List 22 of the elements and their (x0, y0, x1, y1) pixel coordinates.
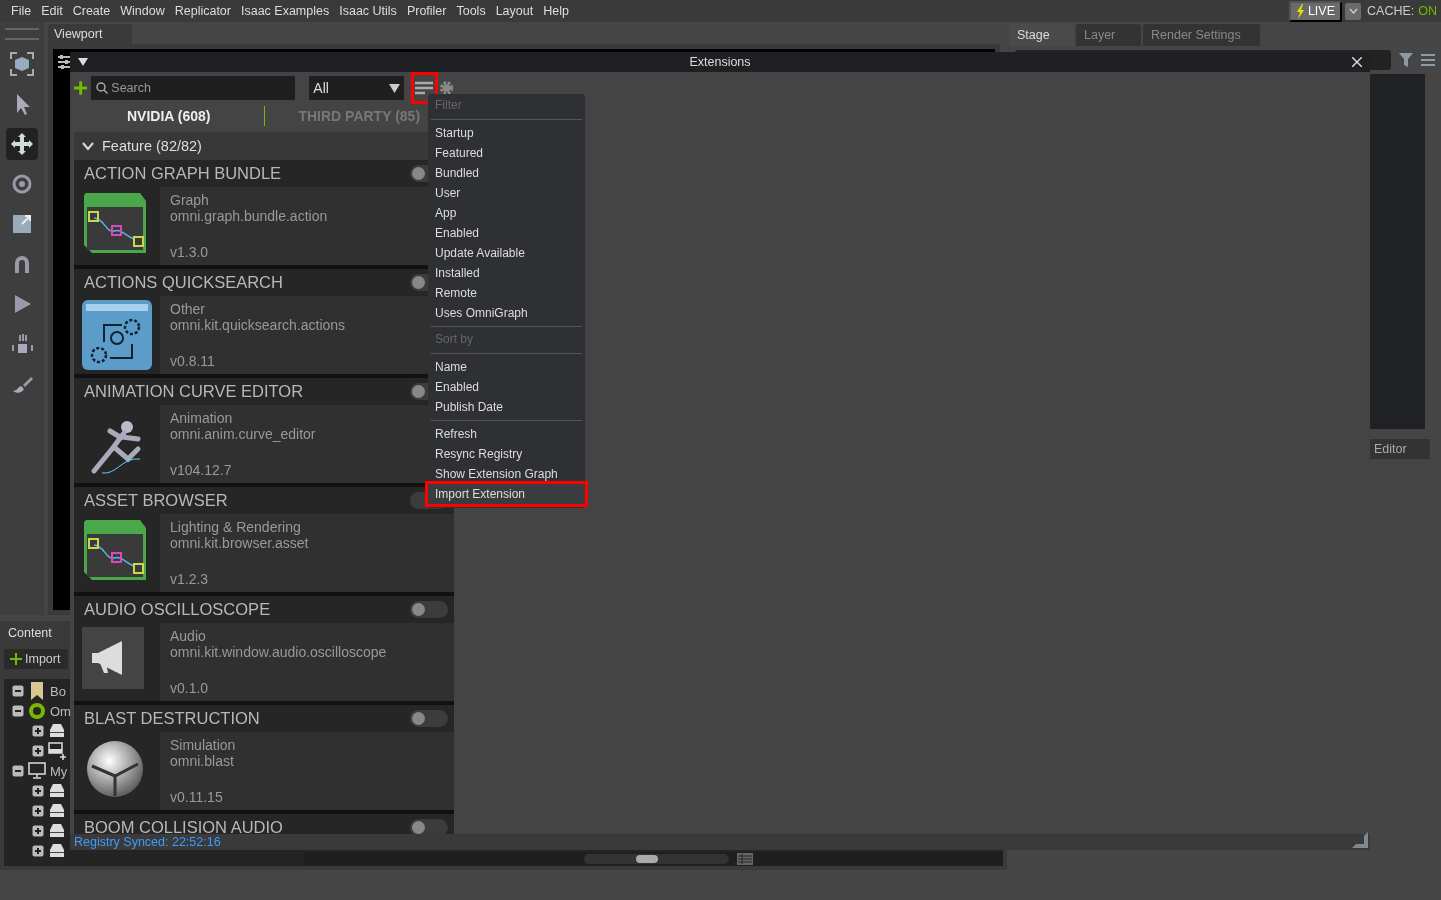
extension-version: v0.11.15 (170, 789, 224, 805)
extension-id: omni.kit.browser.asset (170, 535, 310, 551)
extension-version: v1.2.3 (170, 571, 210, 587)
sync-status: Registry Synced: 22:52:16 (70, 834, 1370, 850)
extension-id: omni.kit.window.audio.oscilloscope (170, 644, 388, 660)
extension-title: ACTION GRAPH BUNDLE (84, 164, 283, 183)
extension-title: BLAST DESTRUCTION (84, 709, 261, 728)
extension-category: Audio (170, 628, 207, 644)
extension-id: omni.kit.quicksearch.actions (170, 317, 347, 333)
extension-category: Lighting & Rendering (170, 519, 302, 535)
extension-title: BOOM COLLISION AUDIO (84, 818, 284, 834)
extension-title: AUDIO OSCILLOSCOPE (84, 600, 272, 619)
cache-label: CACHE: (1367, 4, 1415, 18)
extension-category: Animation (170, 410, 234, 426)
extension-title: ASSET BROWSER (84, 491, 229, 510)
cache-status: ON (1418, 4, 1437, 18)
extension-version: v0.1.0 (170, 680, 210, 696)
window-title: Extensions (689, 55, 751, 69)
extension-category: Simulation (170, 737, 237, 753)
extension-title: ANIMATION CURVE EDITOR (84, 382, 305, 401)
extension-id: omni.blast (170, 753, 235, 769)
extension-title: ACTIONS QUICKSEARCH (84, 273, 284, 292)
